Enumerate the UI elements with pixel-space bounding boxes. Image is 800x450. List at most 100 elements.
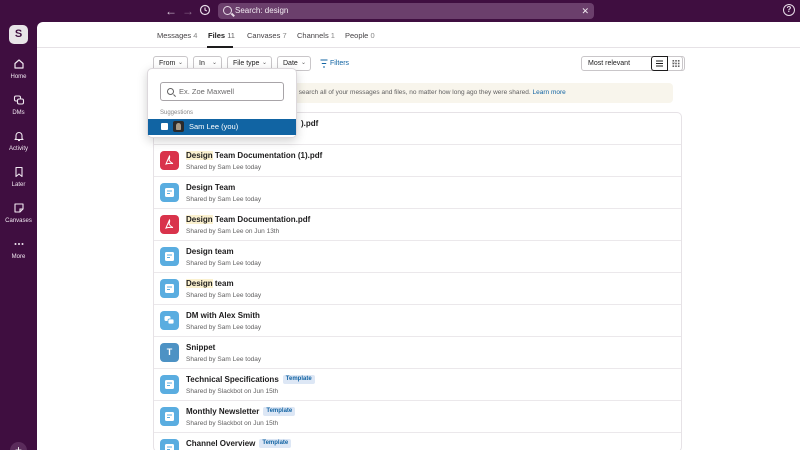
tab-files[interactable]: Files 11: [208, 31, 235, 41]
sidebar-item-label: More: [11, 254, 26, 260]
sidebar-item-activity[interactable]: Activity: [0, 130, 37, 153]
list-item[interactable]: Design team Shared by Sam Lee today: [154, 241, 681, 273]
learn-more-link[interactable]: Learn more: [533, 89, 566, 96]
result-title[interactable]: Monthly Newsletter Template: [186, 407, 296, 417]
help-icon[interactable]: ?: [783, 4, 795, 16]
search-icon: [167, 88, 174, 95]
tab-people[interactable]: People 0: [345, 31, 375, 41]
top-bar: ← → Search: design ✕ ?: [0, 0, 800, 22]
list-view-button[interactable]: [651, 56, 668, 71]
results-list: ).pdf Design Team Documentation (1).pdf …: [153, 112, 682, 450]
canvas-icon: [13, 203, 24, 213]
snippet-file-icon: T: [160, 343, 179, 362]
result-meta: Shared by Slackbot on Jun 15th: [186, 388, 279, 395]
tab-canvases[interactable]: Canvases 7: [247, 31, 287, 41]
list-item[interactable]: DM with Alex Smith Shared by Sam Lee tod…: [154, 305, 681, 337]
history-icon[interactable]: [198, 4, 212, 18]
result-title[interactable]: DM with Alex Smith: [186, 311, 260, 321]
clear-search-icon[interactable]: ✕: [581, 5, 589, 17]
sidebar-item-more[interactable]: More: [0, 238, 37, 261]
sidebar-item-label: Canvases: [5, 218, 32, 224]
canvas-file-icon: [160, 439, 179, 450]
suggestion-name: Sam Lee (you): [189, 122, 239, 131]
result-title[interactable]: Design Team: [186, 183, 235, 193]
result-meta: Shared by Sam Lee today: [186, 164, 262, 171]
sidebar: S Home DMs Activity Later Canvases More …: [0, 22, 37, 450]
template-badge: Template: [282, 375, 315, 385]
sidebar-item-label: Home: [10, 74, 27, 80]
back-arrow-icon[interactable]: ←: [164, 4, 178, 18]
sidebar-item-canvases[interactable]: Canvases: [0, 202, 37, 225]
from-filter-dropdown: Suggestions Sam Lee (you): [147, 68, 297, 138]
bell-icon: [13, 132, 24, 142]
chevron-down-icon: ⌄: [300, 60, 306, 66]
result-title[interactable]: ).pdf: [301, 119, 318, 129]
pdf-file-icon: [160, 151, 179, 170]
sidebar-item-label: Activity: [8, 146, 28, 152]
sidebar-item-label: DMs: [12, 110, 25, 116]
list-item[interactable]: Design Team Documentation (1).pdf Shared…: [154, 145, 681, 177]
list-item[interactable]: Design Team Documentation.pdf Shared by …: [154, 209, 681, 241]
view-toggle: [651, 56, 685, 71]
search-query[interactable]: Search: design: [235, 5, 288, 17]
suggestions-label: Suggestions: [160, 110, 194, 116]
checkbox[interactable]: [161, 123, 168, 130]
template-badge: Template: [263, 407, 296, 417]
sidebar-item-home[interactable]: Home: [0, 58, 37, 81]
result-title[interactable]: Snippet: [186, 343, 215, 353]
canvas-file-icon: [160, 183, 179, 202]
search-bar[interactable]: Search: design ✕: [218, 3, 594, 19]
more-icon: [14, 243, 23, 245]
sidebar-item-label: Later: [11, 182, 26, 188]
banner-text: now search all of your messages and file…: [285, 89, 531, 96]
list-icon: [656, 60, 663, 67]
suggestion-option-sam-lee[interactable]: Sam Lee (you): [148, 119, 296, 135]
result-meta: Shared by Sam Lee today: [186, 356, 262, 363]
sidebar-item-later[interactable]: Later: [0, 166, 37, 189]
result-meta: Shared by Sam Lee today: [186, 196, 262, 203]
people-search-field[interactable]: [160, 82, 284, 101]
list-item[interactable]: Channel Overview Template: [154, 433, 681, 450]
filter-icon: [320, 59, 328, 68]
result-title[interactable]: Design Team Documentation.pdf: [186, 215, 310, 225]
grid-icon: [672, 60, 680, 67]
result-meta: Shared by Sam Lee today: [186, 260, 262, 267]
sidebar-item-dms[interactable]: DMs: [0, 94, 37, 117]
result-meta: Shared by Sam Lee on Jun 13th: [186, 228, 280, 235]
result-title[interactable]: Design team: [186, 247, 234, 257]
result-title[interactable]: Design team: [186, 279, 234, 289]
tab-messages[interactable]: Messages 4: [157, 31, 197, 41]
template-badge: Template: [259, 439, 292, 449]
add-workspace-button[interactable]: +: [10, 442, 27, 450]
workspace-avatar[interactable]: S: [9, 25, 28, 44]
result-title[interactable]: Technical Specifications Template: [186, 375, 315, 385]
search-icon: [223, 6, 232, 15]
canvas-file-icon: [160, 375, 179, 394]
tab-channels[interactable]: Channels 1: [297, 31, 335, 41]
canvas-file-icon: [160, 279, 179, 298]
more-filters-link[interactable]: Filters: [320, 59, 349, 69]
list-item[interactable]: T Snippet Shared by Sam Lee today: [154, 337, 681, 369]
result-title[interactable]: Design Team Documentation (1).pdf: [186, 151, 322, 161]
bookmark-icon: [14, 166, 23, 178]
list-item[interactable]: Technical Specifications Template Shared …: [154, 369, 681, 401]
pdf-file-icon: [160, 215, 179, 234]
avatar: [173, 121, 184, 132]
result-meta: Shared by Sam Lee today: [186, 324, 262, 331]
dm-canvas-file-icon: [160, 311, 179, 330]
result-meta: Shared by Sam Lee today: [186, 292, 262, 299]
active-tab-indicator: [207, 46, 233, 48]
canvas-file-icon: [160, 247, 179, 266]
grid-view-button[interactable]: [668, 56, 685, 71]
list-item[interactable]: Design Team Shared by Sam Lee today: [154, 177, 681, 209]
home-icon: [13, 59, 24, 69]
list-item[interactable]: Monthly Newsletter Template Shared by Sla…: [154, 401, 681, 433]
result-title[interactable]: Channel Overview Template: [186, 439, 292, 449]
forward-arrow-icon[interactable]: →: [181, 4, 195, 18]
results-tabs: Messages 4 Files 11 Canvases 7 Channels …: [37, 22, 800, 48]
list-item[interactable]: Design team Shared by Sam Lee today: [154, 273, 681, 305]
canvas-file-icon: [160, 407, 179, 426]
result-meta: Shared by Slackbot on Jun 15th: [186, 420, 279, 427]
dms-icon: [13, 95, 24, 105]
people-search-input[interactable]: [179, 85, 279, 98]
